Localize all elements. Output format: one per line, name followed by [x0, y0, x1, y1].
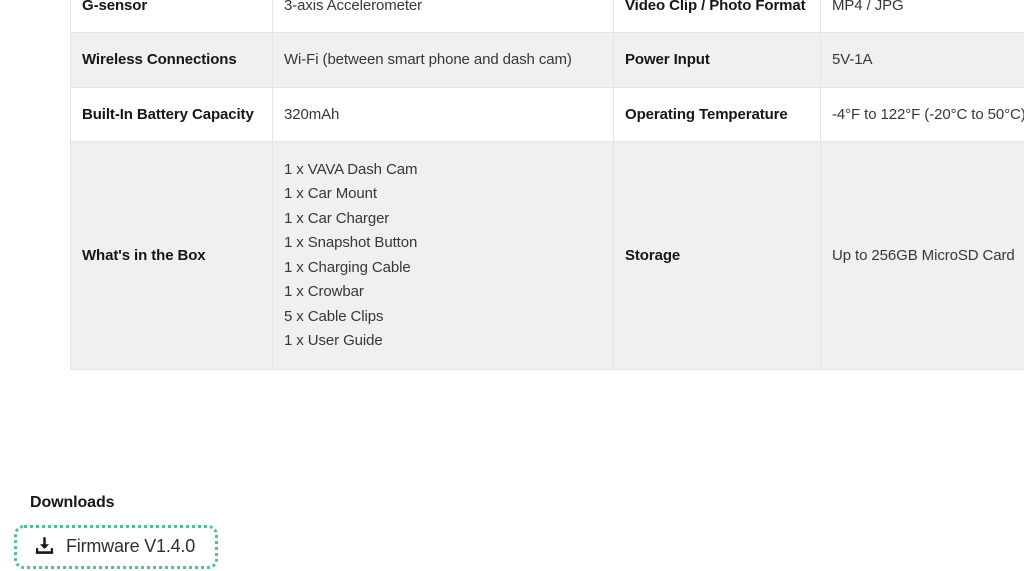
table-row: Wireless Connections Wi-Fi (between smar… [70, 32, 1024, 88]
box-contents-item: 1 x Car Charger [284, 209, 390, 227]
download-icon [35, 537, 54, 554]
box-contents-item: 1 x Car Mount [284, 185, 377, 203]
spec-value: Up to 256GB MicroSD Card [820, 141, 1024, 370]
spec-label: G-sensor [70, 0, 273, 33]
firmware-download-link[interactable]: Firmware V1.4.0 [14, 525, 219, 569]
spec-label: Video Clip / Photo Format [613, 0, 821, 33]
box-contents-item: 1 x Snapshot Button [284, 234, 418, 252]
spec-value: Wi-Fi (between smart phone and dash cam) [272, 32, 614, 88]
box-contents-item: 1 x Charging Cable [284, 258, 411, 276]
specifications-table: G-sensor 3-axis Accelerometer Video Clip… [70, 0, 1024, 371]
spec-value: -4°F to 122°F (-20°C to 50°C) [820, 87, 1024, 142]
spec-value: MP4 / JPG [820, 0, 1024, 33]
specifications-table-container: G-sensor 3-axis Accelerometer Video Clip… [70, 0, 1024, 371]
spec-value: 320mAh [272, 87, 614, 142]
table-row: What's in the Box 1 x VAVA Dash Cam 1 x C… [70, 141, 1024, 370]
spec-label: What's in the Box [70, 141, 273, 370]
box-contents-item: 1 x User Guide [284, 331, 383, 349]
box-contents-cell: 1 x VAVA Dash Cam 1 x Car Mount 1 x Car Ch… [272, 141, 614, 370]
spec-value: 3-axis Accelerometer [272, 0, 614, 33]
spec-label: Built-In Battery Capacity [70, 87, 273, 142]
table-row: Built-In Battery Capacity 320mAh Operati… [70, 87, 1024, 142]
box-contents-item: 5 x Cable Clips [284, 307, 384, 325]
firmware-link-label: Firmware V1.4.0 [66, 536, 196, 556]
downloads-heading: Downloads [30, 494, 115, 511]
spec-label: Wireless Connections [70, 32, 273, 88]
box-contents-list: 1 x VAVA Dash Cam 1 x Car Mount 1 x Car Ch… [284, 158, 601, 354]
table-row: G-sensor 3-axis Accelerometer Video Clip… [70, 0, 1024, 33]
downloads-section: Downloads Firmware V1.4.0 [14, 493, 219, 569]
box-contents-item: 1 x VAVA Dash Cam [284, 160, 418, 178]
spec-label: Power Input [613, 32, 821, 88]
product-spec-page: G-sensor 3-axis Accelerometer Video Clip… [0, 0, 1024, 571]
spec-value: 5V-1A [820, 32, 1024, 88]
spec-label: Storage [613, 141, 821, 370]
spec-label: Operating Temperature [613, 87, 821, 142]
box-contents-item: 1 x Crowbar [284, 283, 364, 301]
